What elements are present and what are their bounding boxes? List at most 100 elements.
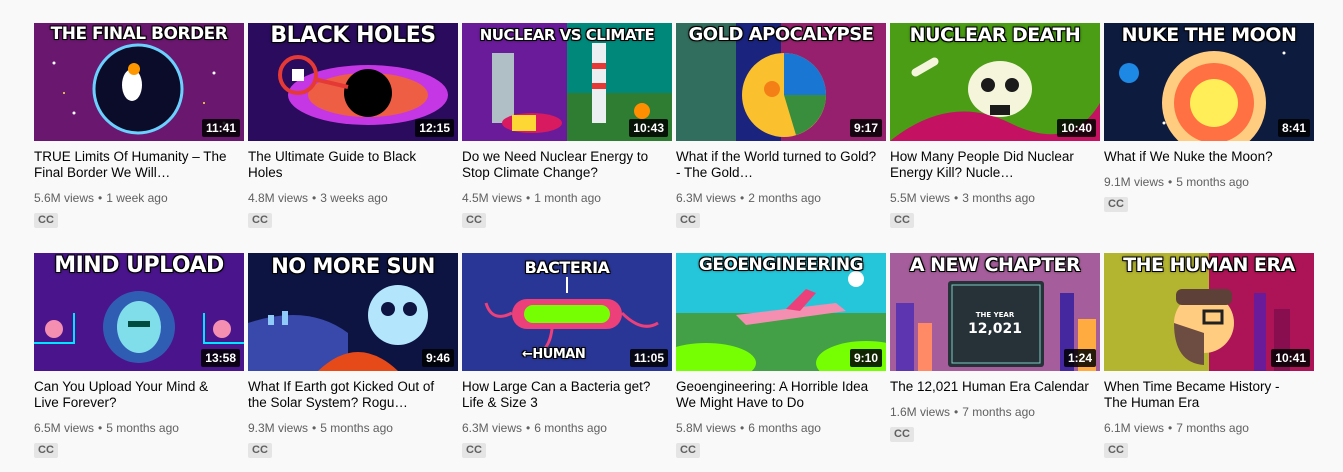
- calendar-year-value: 12,021: [967, 321, 1023, 337]
- separator-dot: •: [526, 421, 531, 435]
- video-card[interactable]: NO MORE SUN 9:46 What If Earth got Kicke…: [248, 253, 458, 460]
- separator-dot: •: [526, 191, 531, 205]
- thumbnail-title: BLACK HOLES: [270, 23, 436, 48]
- video-thumbnail[interactable]: NUCLEAR DEATH 10:40: [890, 23, 1100, 141]
- upload-age: 3 months ago: [962, 191, 1035, 205]
- cc-badge: CC: [1104, 197, 1128, 212]
- video-stats: 1.6M views • 7 months ago: [890, 405, 1100, 419]
- duration-badge: 10:40: [1057, 119, 1096, 137]
- thumbnail-title: NUCLEAR DEATH: [909, 24, 1081, 46]
- duration-badge: 9:17: [849, 119, 882, 137]
- view-count: 5.6M views: [34, 191, 95, 205]
- video-title[interactable]: Geoengineering: A Horrible Idea We Might…: [676, 379, 886, 411]
- video-card[interactable]: MIND UPLOAD 13:58 Can You Upload Your Mi…: [34, 253, 244, 460]
- video-thumbnail[interactable]: NUKE THE MOON 8:41: [1104, 23, 1314, 141]
- video-thumbnail[interactable]: THE HUMAN ERA 10:41: [1104, 253, 1314, 371]
- video-title[interactable]: What If Earth got Kicked Out of the Sola…: [248, 379, 458, 411]
- video-title[interactable]: When Time Became History - The Human Era: [1104, 379, 1314, 411]
- video-card[interactable]: NUKE THE MOON 8:41 What if We Nuke the M…: [1104, 23, 1314, 230]
- view-count: 1.6M views: [890, 405, 951, 419]
- video-card[interactable]: NUCLEAR VS CLIMATE 10:43 Do we Need Nucl…: [462, 23, 672, 230]
- duration-badge: 10:41: [1271, 349, 1310, 367]
- video-title[interactable]: How Many People Did Nuclear Energy Kill?…: [890, 149, 1100, 181]
- video-stats: 9.1M views • 5 months ago: [1104, 175, 1314, 189]
- cc-badge: CC: [890, 427, 914, 442]
- upload-age: 6 months ago: [534, 421, 607, 435]
- duration-badge: 11:05: [629, 349, 668, 367]
- video-card[interactable]: THE FINAL BORDER 11:41 TRUE Limits Of Hu…: [34, 23, 244, 230]
- duration-badge: 8:41: [1277, 119, 1310, 137]
- video-card[interactable]: THE HUMAN ERA 10:41 When Time Became His…: [1104, 253, 1314, 460]
- separator-dot: •: [954, 191, 959, 205]
- video-stats: 5.5M views • 3 months ago: [890, 191, 1100, 205]
- duration-badge: 9:46: [421, 349, 454, 367]
- video-title[interactable]: Do we Need Nuclear Energy to Stop Climat…: [462, 149, 672, 181]
- video-card[interactable]: BLACK HOLES 12:15 The Ultimate Guide to …: [248, 23, 458, 230]
- cc-badge: CC: [1104, 443, 1128, 458]
- video-thumbnail[interactable]: BACTERIA ←HUMAN 11:05: [462, 253, 672, 371]
- view-count: 9.3M views: [248, 421, 309, 435]
- thumbnail-title: GOLD APOCALYPSE: [688, 24, 874, 45]
- duration-badge: 12:15: [415, 119, 454, 137]
- video-card[interactable]: GOLD APOCALYPSE 9:17 What if the World t…: [676, 23, 886, 230]
- view-count: 6.3M views: [462, 421, 523, 435]
- upload-age: 5 months ago: [106, 421, 179, 435]
- thumbnail-title: THE FINAL BORDER: [50, 24, 228, 44]
- video-title[interactable]: The 12,021 Human Era Calendar: [890, 379, 1100, 395]
- video-stats: 4.8M views • 3 weeks ago: [248, 191, 458, 205]
- view-count: 6.5M views: [34, 421, 95, 435]
- calendar-year-label: THE YEAR: [975, 311, 1015, 319]
- upload-age: 5 months ago: [1176, 175, 1249, 189]
- view-count: 5.8M views: [676, 421, 737, 435]
- video-thumbnail[interactable]: A NEW CHAPTER THE YEAR 12,021 1:24: [890, 253, 1100, 371]
- video-title[interactable]: What if We Nuke the Moon?: [1104, 149, 1314, 165]
- upload-age: 3 weeks ago: [320, 191, 388, 205]
- video-thumbnail[interactable]: GEOENGINEERING 9:10: [676, 253, 886, 371]
- thumbnail-title: BACTERIA: [524, 258, 610, 277]
- separator-dot: •: [98, 191, 103, 205]
- video-title[interactable]: What if the World turned to Gold? - The …: [676, 149, 886, 181]
- thumbnail-subtitle: ←HUMAN: [522, 347, 586, 362]
- thumbnail-title: NUKE THE MOON: [1121, 24, 1297, 46]
- video-card[interactable]: GEOENGINEERING 9:10 Geoengineering: A Ho…: [676, 253, 886, 460]
- video-thumbnail[interactable]: GOLD APOCALYPSE 9:17: [676, 23, 886, 141]
- video-card[interactable]: A NEW CHAPTER THE YEAR 12,021 1:24 The 1…: [890, 253, 1100, 460]
- cc-badge: CC: [462, 443, 486, 458]
- separator-dot: •: [740, 421, 745, 435]
- separator-dot: •: [98, 421, 103, 435]
- cc-badge: CC: [34, 213, 58, 228]
- upload-age: 2 months ago: [748, 191, 821, 205]
- cc-badge: CC: [462, 213, 486, 228]
- video-thumbnail[interactable]: NUCLEAR VS CLIMATE 10:43: [462, 23, 672, 141]
- video-thumbnail[interactable]: THE FINAL BORDER 11:41: [34, 23, 244, 141]
- video-title[interactable]: How Large Can a Bacteria get? Life & Siz…: [462, 379, 672, 411]
- upload-age: 1 month ago: [534, 191, 601, 205]
- cc-badge: CC: [34, 443, 58, 458]
- separator-dot: •: [954, 405, 959, 419]
- video-stats: 5.6M views • 1 week ago: [34, 191, 244, 205]
- video-thumbnail[interactable]: NO MORE SUN 9:46: [248, 253, 458, 371]
- cc-badge: CC: [248, 443, 272, 458]
- upload-age: 1 week ago: [106, 191, 168, 205]
- thumbnail-title: THE HUMAN ERA: [1123, 254, 1295, 276]
- video-grid: THE FINAL BORDER 11:41 TRUE Limits Of Hu…: [34, 23, 1314, 460]
- duration-badge: 13:58: [201, 349, 240, 367]
- video-stats: 6.1M views • 7 months ago: [1104, 421, 1314, 435]
- video-thumbnail[interactable]: MIND UPLOAD 13:58: [34, 253, 244, 371]
- video-card[interactable]: BACTERIA ←HUMAN 11:05 How Large Can a Ba…: [462, 253, 672, 460]
- view-count: 6.3M views: [676, 191, 737, 205]
- video-stats: 6.5M views • 5 months ago: [34, 421, 244, 435]
- thumbnail-title: MIND UPLOAD: [54, 253, 224, 278]
- separator-dot: •: [312, 421, 317, 435]
- thumbnail-title: A NEW CHAPTER: [909, 254, 1081, 276]
- video-title[interactable]: The Ultimate Guide to Black Holes: [248, 149, 458, 181]
- video-title[interactable]: TRUE Limits Of Humanity – The Final Bord…: [34, 149, 244, 181]
- duration-badge: 11:41: [201, 119, 240, 137]
- video-card[interactable]: NUCLEAR DEATH 10:40 How Many People Did …: [890, 23, 1100, 230]
- duration-badge: 10:43: [629, 119, 668, 137]
- video-title[interactable]: Can You Upload Your Mind & Live Forever?: [34, 379, 244, 411]
- video-stats: 5.8M views • 6 months ago: [676, 421, 886, 435]
- duration-badge: 9:10: [849, 349, 882, 367]
- view-count: 4.8M views: [248, 191, 309, 205]
- video-thumbnail[interactable]: BLACK HOLES 12:15: [248, 23, 458, 141]
